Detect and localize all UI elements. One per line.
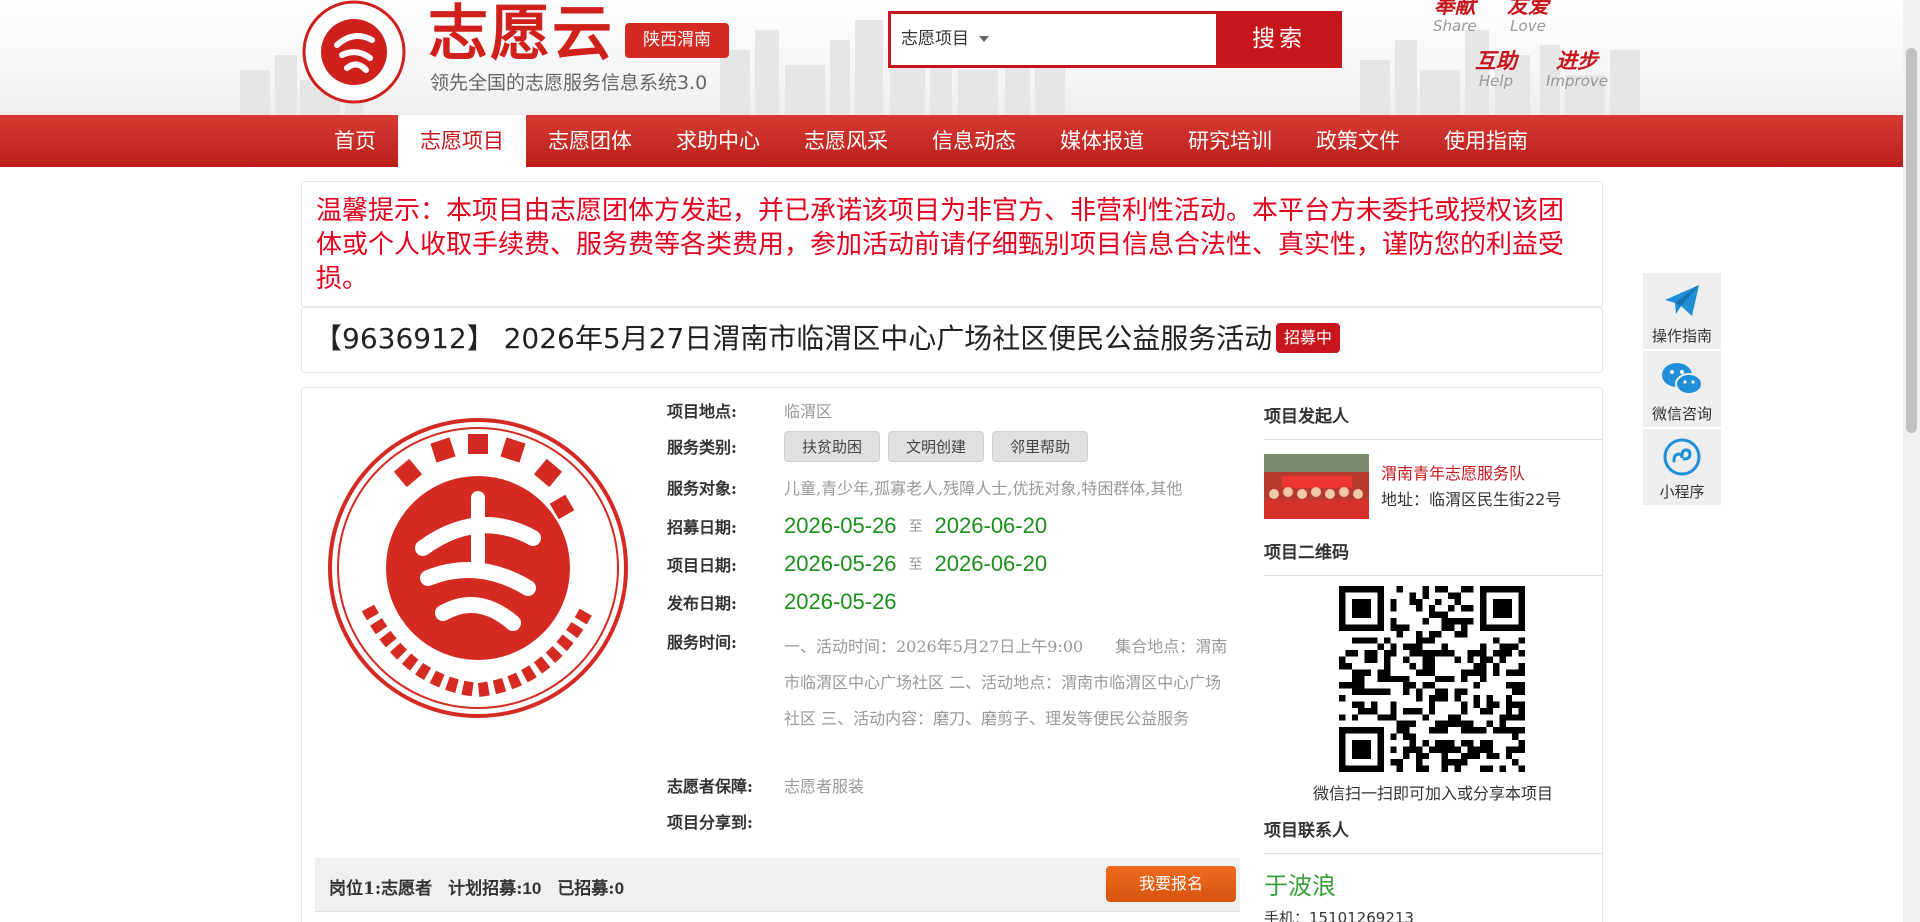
contact-title: 项目联系人 [1264, 802, 1602, 854]
china-volunteer-logo[interactable] [302, 0, 406, 104]
contact-phone: 手机：15101269213 [1264, 909, 1414, 922]
search-category-label: 志愿项目 [901, 29, 969, 49]
project-title: 【9636912】 2026年5月27日渭南市临渭区中心广场社区便民公益服务活动 [314, 322, 1273, 355]
qr-section: 微信扫一扫即可加入或分享本项目 [1264, 576, 1602, 803]
project-details: 项目地点: 临渭区 服务类别: 扶贫助困 文明创建 邻里帮助 服务对象: 儿童,青少… [667, 398, 1247, 839]
qr-code-image [1339, 586, 1525, 772]
wechat-icon [1662, 363, 1703, 395]
qr-title: 项目二维码 [1264, 524, 1602, 576]
side-column: 项目发起人 渭南青年志愿服务队 地址：临渭区民生街22号 项目二维码 微信扫一扫… [1264, 388, 1602, 922]
slogan-share: 奉献 Share [1433, 0, 1477, 35]
nav-item-home[interactable]: 首页 [312, 115, 398, 167]
nav-item-help-center[interactable]: 求助中心 [654, 115, 782, 167]
warning-notice: 温馨提示：本项目由志愿团体方发起，并已承诺该项目为非官方、非营利性活动。本平台方… [301, 181, 1603, 307]
float-wechat-button[interactable]: 微信咨询 [1643, 351, 1721, 429]
project-title-bar: 【9636912】 2026年5月27日渭南市临渭区中心广场社区便民公益服务活动… [301, 307, 1603, 373]
nav-item-guide[interactable]: 使用指南 [1422, 115, 1550, 167]
mini-program-icon [1663, 438, 1701, 476]
org-address: 地址：临渭区民生街22号 [1381, 490, 1562, 509]
category-tag[interactable]: 邻里帮助 [992, 431, 1089, 462]
initiator-title: 项目发起人 [1264, 388, 1602, 440]
nav-item-projects[interactable]: 志愿项目 [398, 115, 526, 167]
detail-recruit-dates: 招募日期: 2026-05-26 至 2026-06-20 [667, 513, 1048, 538]
search-category-select[interactable]: 志愿项目 [901, 14, 989, 65]
search-button[interactable]: 搜索 [1216, 11, 1342, 68]
contact-name: 于波浪 [1264, 872, 1336, 900]
detail-project-dates: 项目日期: 2026-05-26 至 2026-06-20 [667, 551, 1048, 576]
chevron-down-icon [979, 36, 989, 42]
nav-item-news[interactable]: 信息动态 [910, 115, 1038, 167]
position-row: 岗位1:志愿者 计划招募:10 已招募:0 我要报名 [315, 858, 1240, 912]
initiator-card[interactable]: 渭南青年志愿服务队 地址：临渭区民生街22号 [1264, 440, 1602, 524]
org-name-link[interactable]: 渭南青年志愿服务队 [1381, 460, 1525, 484]
detail-categories: 服务类别: 扶贫助困 文明创建 邻里帮助 [667, 431, 1247, 471]
signup-button[interactable]: 我要报名 [1106, 866, 1236, 902]
detail-service-time: 服务时间: 一、活动时间：2026年5月27日上午9:00 集合地点：渭南市临渭… [667, 633, 1228, 728]
main-nav: 首页 志愿项目 志愿团体 求助中心 志愿风采 信息动态 媒体报道 研究培训 政策… [0, 115, 1903, 167]
qr-caption: 微信扫一扫即可加入或分享本项目 [1312, 784, 1553, 803]
slogan-love: 友爱 Love [1507, 0, 1549, 35]
scrollbar-thumb[interactable] [1906, 48, 1917, 433]
detail-publish-date: 发布日期: 2026-05-26 [667, 589, 897, 614]
slogan-help: 互助 Help [1475, 49, 1517, 90]
category-tag[interactable]: 文明创建 [888, 431, 985, 462]
slogan-improve: 进步 Improve [1546, 49, 1609, 90]
detail-location: 项目地点: 临渭区 [667, 402, 833, 421]
nav-item-groups[interactable]: 志愿团体 [526, 115, 654, 167]
nav-item-policy[interactable]: 政策文件 [1294, 115, 1422, 167]
detail-guarantee: 志愿者保障: 志愿者服装 [667, 777, 865, 796]
brand-subtitle: 领先全国的志愿服务信息系统3.0 [430, 72, 708, 94]
detail-share: 项目分享到: [667, 813, 753, 832]
detail-target: 服务对象: 儿童,青少年,孤寡老人,残障人士,优抚对象,特困群体,其他 [667, 479, 1183, 498]
category-tag[interactable]: 扶贫助困 [784, 431, 881, 462]
float-miniprogram-button[interactable]: 小程序 [1643, 429, 1721, 507]
site-header: 志愿云 陕西渭南 领先全国的志愿服务信息系统3.0 志愿项目 搜索 奉献 Shar… [0, 0, 1903, 115]
position-info: 岗位1:志愿者 计划招募:10 已招募:0 [329, 879, 625, 899]
brand-title: 志愿云 [428, 0, 614, 69]
vertical-scrollbar[interactable] [1903, 0, 1920, 922]
nav-item-showcase[interactable]: 志愿风采 [782, 115, 910, 167]
paper-plane-icon [1665, 285, 1699, 316]
status-badge: 招募中 [1276, 323, 1341, 353]
float-guide-button[interactable]: 操作指南 [1643, 273, 1721, 351]
project-detail-panel: 项目地点: 临渭区 服务类别: 扶贫助困 文明创建 邻里帮助 服务对象: 儿童,青少… [301, 387, 1603, 922]
floating-toolbar: 操作指南 微信咨询 小程序 [1643, 273, 1721, 507]
org-group-photo [1264, 454, 1369, 519]
search-box: 志愿项目 搜索 [888, 11, 1342, 68]
project-poster-image [328, 418, 628, 718]
region-badge[interactable]: 陕西渭南 [625, 23, 729, 58]
nav-item-media[interactable]: 媒体报道 [1038, 115, 1166, 167]
nav-item-research[interactable]: 研究培训 [1166, 115, 1294, 167]
